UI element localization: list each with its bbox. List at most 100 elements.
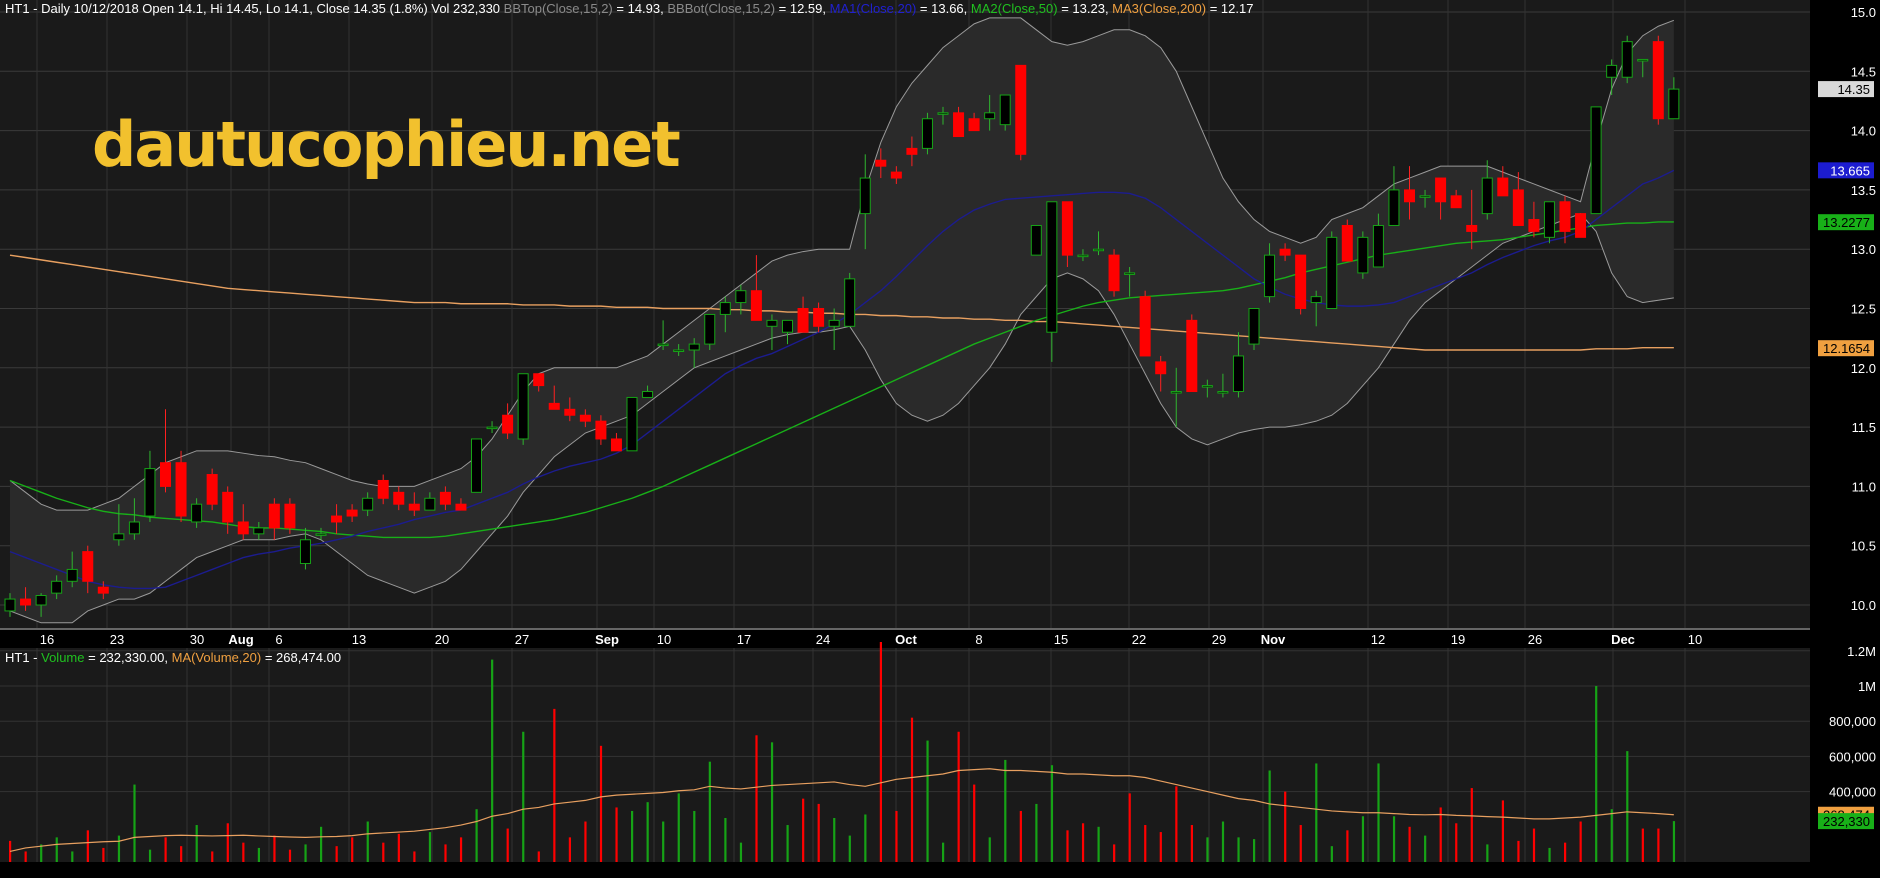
volume-bar bbox=[1237, 837, 1240, 862]
volume-bar bbox=[1470, 788, 1473, 862]
volume-bar bbox=[833, 818, 836, 862]
volume-bar bbox=[257, 847, 260, 862]
volume-ma-label: MA(Volume,20) bbox=[171, 650, 262, 665]
date-tick-label: Dec bbox=[1611, 632, 1635, 647]
candle-up bbox=[657, 343, 669, 347]
candle-up bbox=[1543, 201, 1555, 238]
candle-down bbox=[160, 462, 171, 487]
volume-bar bbox=[786, 825, 789, 862]
candle-down bbox=[1528, 219, 1540, 232]
candle-up bbox=[191, 503, 203, 523]
volume-bar bbox=[537, 851, 540, 862]
bbtop-value: = 14.93, bbox=[612, 1, 668, 16]
candle-down bbox=[595, 420, 607, 440]
candle-down bbox=[455, 503, 467, 511]
price-tick-label: 10.0 bbox=[1851, 598, 1876, 613]
ma2-value: = 13.23, bbox=[1057, 1, 1113, 16]
volume-bar bbox=[1019, 810, 1022, 862]
volume-bar bbox=[1346, 830, 1349, 862]
volume-bar bbox=[1299, 825, 1302, 862]
volume-bar bbox=[1657, 828, 1660, 862]
volume-bar bbox=[1564, 842, 1567, 862]
volume-bar bbox=[1081, 823, 1085, 862]
volume-bar bbox=[817, 803, 820, 862]
volume-bar bbox=[1004, 759, 1007, 862]
candle-down bbox=[533, 373, 545, 387]
date-tick-label: Aug bbox=[228, 632, 253, 647]
candle-down bbox=[1061, 201, 1073, 256]
volume-bar bbox=[1579, 821, 1582, 862]
candle-up bbox=[766, 319, 778, 327]
candle-down bbox=[1341, 224, 1353, 262]
price-tag-label: 14.35 bbox=[1837, 82, 1870, 97]
volume-bar bbox=[662, 821, 665, 862]
candle-up bbox=[1606, 64, 1618, 78]
price-tick-label: 14.0 bbox=[1851, 124, 1876, 139]
candle-up bbox=[735, 290, 747, 304]
candle-down bbox=[439, 491, 451, 505]
date-tick-label: Nov bbox=[1261, 632, 1286, 647]
date-tick-label: 24 bbox=[816, 632, 830, 647]
volume-tag-label: 232,330 bbox=[1823, 814, 1870, 829]
price-tick-label: 15.0 bbox=[1851, 5, 1876, 20]
volume-bar bbox=[1035, 803, 1038, 862]
date-tick-label: 22 bbox=[1132, 632, 1146, 647]
volume-bar bbox=[1175, 786, 1178, 862]
candle-up bbox=[859, 177, 871, 215]
date-tick-label: 8 bbox=[975, 632, 982, 647]
candle-down bbox=[797, 308, 809, 333]
volume-bar bbox=[631, 810, 634, 862]
candle-up bbox=[937, 112, 949, 115]
volume-bar bbox=[366, 821, 369, 862]
candle-down bbox=[206, 474, 218, 505]
volume-bar bbox=[646, 802, 649, 862]
candle-down bbox=[564, 408, 576, 416]
volume-bar bbox=[1595, 686, 1598, 862]
volume-bar bbox=[957, 731, 960, 862]
price-tick-label: 12.5 bbox=[1851, 302, 1876, 317]
volume-bar bbox=[770, 742, 774, 862]
candle-down bbox=[1575, 213, 1587, 238]
volume-bar bbox=[335, 846, 338, 862]
volume-bar bbox=[397, 833, 400, 862]
date-tick-label: 10 bbox=[1688, 632, 1702, 647]
volume-bar bbox=[864, 814, 867, 862]
candle-down bbox=[875, 159, 887, 167]
candle-up bbox=[1093, 248, 1104, 252]
volume-bar bbox=[1501, 800, 1504, 862]
volume-bar bbox=[320, 826, 323, 862]
volume-bar bbox=[1050, 765, 1054, 862]
volume-bar bbox=[491, 659, 494, 862]
volume-tick-label: 800,000 bbox=[1829, 714, 1876, 729]
volume-bar bbox=[724, 818, 727, 862]
candle-up bbox=[1310, 296, 1322, 304]
volume-bar bbox=[1066, 830, 1069, 862]
candle-up bbox=[782, 319, 793, 333]
date-tick-label: 23 bbox=[110, 632, 124, 647]
volume-bar bbox=[1330, 846, 1333, 862]
volume-bar bbox=[148, 849, 152, 862]
candle-down bbox=[20, 598, 32, 606]
candle-up bbox=[1372, 224, 1384, 268]
candle-up bbox=[1077, 254, 1089, 258]
candle-down bbox=[237, 521, 249, 535]
candle-down bbox=[97, 586, 109, 594]
volume-bar bbox=[351, 837, 354, 862]
candle-down bbox=[1139, 296, 1151, 357]
date-tick-label: 30 bbox=[190, 632, 204, 647]
volume-tick-label: 1M bbox=[1858, 679, 1876, 694]
candle-up bbox=[1170, 391, 1182, 394]
date-tick-label: 27 bbox=[515, 632, 529, 647]
volume-bar bbox=[599, 745, 603, 862]
volume-bar bbox=[71, 851, 74, 862]
candle-up bbox=[253, 527, 265, 535]
volume-bar bbox=[848, 835, 851, 862]
candle-up bbox=[471, 438, 482, 493]
volume-header: HT1 - Volume = 232,330.00, MA(Volume,20)… bbox=[5, 650, 341, 665]
volume-bar bbox=[1455, 823, 1458, 862]
volume-bar bbox=[926, 740, 929, 862]
volume-bar bbox=[1097, 826, 1100, 862]
candle-down bbox=[377, 479, 389, 499]
candle-down bbox=[610, 438, 622, 452]
volume-bar bbox=[428, 832, 432, 862]
